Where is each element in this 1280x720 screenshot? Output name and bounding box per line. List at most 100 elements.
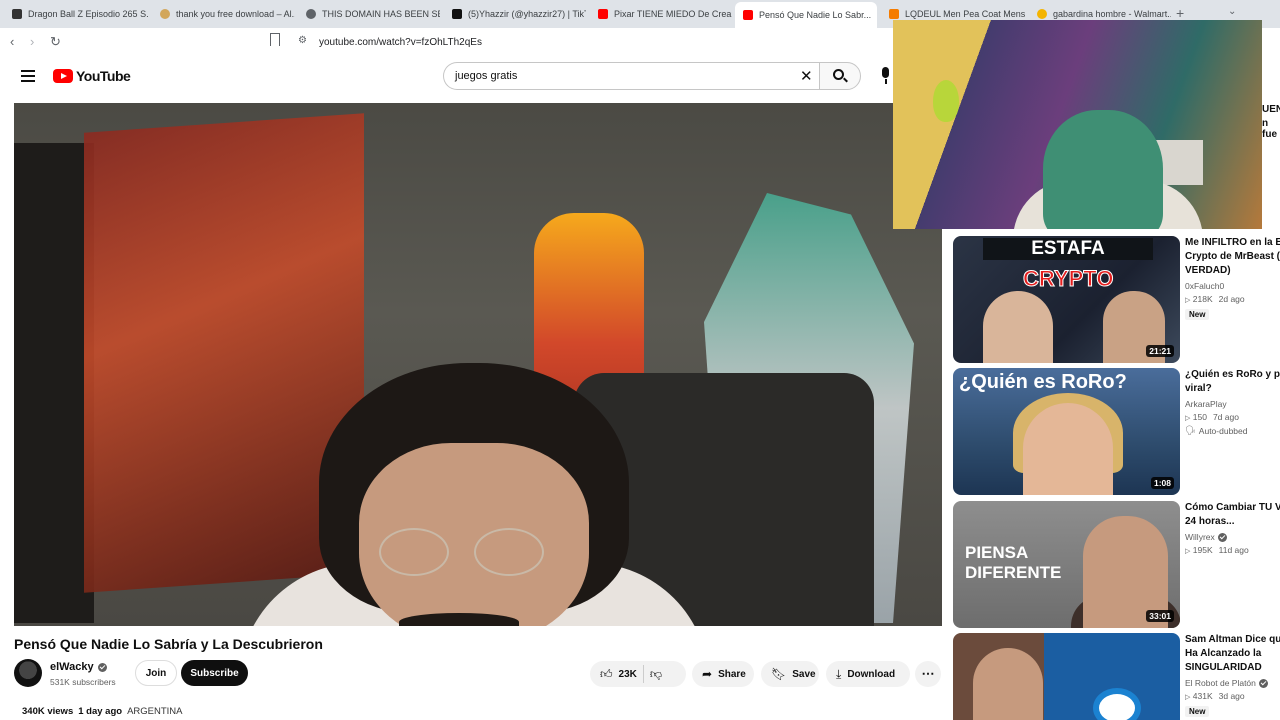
recommendation-title[interactable]: Me INFILTRO en la Est xyxy=(1185,236,1280,250)
recommendation-info: Me INFILTRO en la Est Crypto de MrBeast … xyxy=(1185,236,1280,322)
search-button[interactable] xyxy=(819,62,861,90)
thumbnail-text: CRYPTO xyxy=(1022,266,1114,292)
recommendation-info: ¿Quién es RoRo y por viral? ArkaraPlay ▷… xyxy=(1185,368,1280,436)
recommendation-title[interactable]: ¿Quién es RoRo y por xyxy=(1185,368,1280,382)
thumbnail-text: ESTAFA xyxy=(983,238,1153,260)
bookmark-icon[interactable] xyxy=(270,33,280,46)
search-query: juegos gratis xyxy=(455,70,518,82)
clear-search-icon[interactable]: ✕ xyxy=(800,67,813,85)
verified-icon xyxy=(97,662,107,672)
thumbs-up-icon[interactable]: 👍︎ xyxy=(600,667,613,682)
channel-name[interactable]: elWacky xyxy=(50,661,107,673)
site-info-icon[interactable]: ⚙ xyxy=(298,35,307,46)
thumbs-down-icon[interactable]: 👎︎ xyxy=(650,667,662,682)
channel-avatar[interactable] xyxy=(14,659,42,687)
video-duration: 33:01 xyxy=(1146,610,1174,622)
thumbnail-person xyxy=(983,291,1053,363)
chevron-down-icon[interactable]: ⌄ xyxy=(1228,6,1236,17)
recommendation-item[interactable]: ¿Quién es RoRo? 1:08 ¿Quién es RoRo y po… xyxy=(953,368,1280,496)
tab-domain-seized[interactable]: THIS DOMAIN HAS BEEN SEIZ... xyxy=(298,3,440,25)
address-bar[interactable]: youtube.com/watch?v=fzOhLTh2qEs xyxy=(319,37,482,48)
recommendation-channel[interactable]: ArkaraPlay xyxy=(1185,399,1280,409)
recommendation-stats: ▷ 431K 3d ago xyxy=(1185,691,1280,701)
channel-name-text: elWacky xyxy=(50,661,94,673)
view-count: 431K xyxy=(1192,691,1213,701)
subscribe-button[interactable]: Subscribe xyxy=(181,660,248,686)
tab-pixar[interactable]: Pixar TIENE MIEDO De Crear V... xyxy=(590,3,732,25)
video-duration: 21:21 xyxy=(1146,345,1174,357)
browser-window: Dragon Ball Z Episodio 265 S... thank yo… xyxy=(0,0,1280,720)
recommendation-channel[interactable]: Willyrex xyxy=(1185,532,1280,542)
join-button[interactable]: Join xyxy=(135,660,177,686)
hashtag[interactable]: ARGENTINA xyxy=(127,706,182,717)
thumbnail-person xyxy=(1023,403,1113,495)
recommendation-title[interactable]: Ha Alcanzado la xyxy=(1185,647,1280,661)
view-count: 195K xyxy=(1192,545,1213,555)
like-count[interactable]: 23K xyxy=(619,669,637,680)
recommendation-item[interactable]: ESTAFA CRYPTO 21:21 Me INFILTRO en la Es… xyxy=(953,236,1280,364)
thumbnail-text: ¿Quién es RoRo? xyxy=(959,371,1127,393)
divider xyxy=(642,665,644,683)
recommendation-title[interactable]: VERDAD) xyxy=(1185,264,1280,278)
recommendation-title[interactable]: 24 horas... xyxy=(1185,515,1280,529)
tab-title: THIS DOMAIN HAS BEEN SEIZ... xyxy=(322,9,440,19)
recommendation-channel[interactable]: El Robot de Platón xyxy=(1185,678,1280,688)
recommendation-item[interactable]: Sam Altman Dice que Ha Alcanzado la SING… xyxy=(953,633,1280,720)
reload-icon[interactable]: ↻ xyxy=(50,34,61,50)
share-button[interactable]: ➦ Share xyxy=(692,661,754,687)
channel-name-text: ArkaraPlay xyxy=(1185,399,1227,409)
video-thumbnail[interactable]: ESTAFA CRYPTO 21:21 xyxy=(953,236,1180,363)
forward-icon[interactable]: › xyxy=(30,34,34,49)
channel-name-text: Willyrex xyxy=(1185,532,1215,542)
save-button[interactable]: 🔖︎ Save xyxy=(761,661,819,687)
new-tab-icon[interactable]: + xyxy=(1176,5,1184,21)
recommendation-stats: ▷ 150 7d ago xyxy=(1185,412,1280,422)
play-icon: ▷ xyxy=(1185,694,1191,701)
logo-text: YouTube xyxy=(76,68,131,84)
globe-icon xyxy=(306,9,316,19)
share-icon: ➦ xyxy=(702,667,713,681)
video-thumbnail[interactable]: ¿Quién es RoRo? 1:08 xyxy=(953,368,1180,495)
recommendation-info: Cómo Cambiar TU VID 24 horas... Willyrex… xyxy=(1185,501,1280,555)
recommendation-title[interactable]: Sam Altman Dice que xyxy=(1185,633,1280,647)
tab-thank-you[interactable]: thank you free download – Al... xyxy=(152,3,295,25)
download-button[interactable]: ⤓ Download xyxy=(826,661,910,687)
verified-icon xyxy=(1217,532,1227,542)
search-input[interactable]: juegos gratis ✕ xyxy=(443,62,819,90)
partial-recommendation-title: UEN xyxy=(1262,104,1280,115)
thumbnail-eye-graphic xyxy=(1093,688,1141,720)
tab-favicon xyxy=(12,9,22,19)
play-icon: ▷ xyxy=(1185,415,1191,422)
more-actions-icon[interactable]: ⋯ xyxy=(915,661,941,687)
walmart-icon xyxy=(1037,9,1047,19)
channel-name-text: El Robot de Platón xyxy=(1185,678,1256,688)
tab-current-video[interactable]: Pensó Que Nadie Lo Sabr... ✕ xyxy=(735,2,877,28)
like-dislike-group: 👍︎ 23K 👎︎ xyxy=(590,661,686,687)
recommendation-title[interactable]: viral? xyxy=(1185,382,1280,396)
tab-title: thank you free download – Al... xyxy=(176,9,295,19)
tab-title: Dragon Ball Z Episodio 265 S... xyxy=(28,9,149,19)
hamburger-menu-icon[interactable] xyxy=(21,70,35,82)
video-thumbnail[interactable] xyxy=(953,633,1180,720)
youtube-logo[interactable]: YouTube xyxy=(53,68,131,84)
youtube-play-icon xyxy=(53,69,73,83)
tab-title: Pixar TIENE MIEDO De Crear V... xyxy=(614,9,732,19)
upload-age: 11d ago xyxy=(1218,545,1249,555)
tab-tiktok[interactable]: (5)Yhazzir (@yhazzir27) | TikT... xyxy=(444,3,586,25)
recommendation-title[interactable]: Cómo Cambiar TU VID xyxy=(1185,501,1280,515)
back-icon[interactable]: ‹ xyxy=(10,34,14,49)
recommendation-channel[interactable]: 0xFaluch0 xyxy=(1185,281,1280,291)
youtube-icon xyxy=(598,9,608,19)
recommendation-info: Sam Altman Dice que Ha Alcanzado la SING… xyxy=(1185,633,1280,719)
recommendation-item[interactable]: PIENSADIFERENTE 33:01 Cómo Cambiar TU VI… xyxy=(953,501,1280,629)
recommendation-title[interactable]: SINGULARIDAD xyxy=(1185,661,1280,675)
video-thumbnail[interactable]: PIENSA DIFERENTE 33:01 xyxy=(953,501,1180,628)
video-frame-shelf xyxy=(14,143,94,623)
video-metadata[interactable]: 340K views 1 day ago ARGENTINA xyxy=(22,706,183,717)
recommendation-title[interactable]: Crypto de MrBeast (T xyxy=(1185,250,1280,264)
view-count: 150 xyxy=(1192,412,1207,422)
tab-favicon xyxy=(889,9,899,19)
tab-dragon-ball[interactable]: Dragon Ball Z Episodio 265 S... xyxy=(4,3,149,25)
video-player[interactable] xyxy=(14,103,942,626)
webcam-balloon xyxy=(933,80,959,122)
